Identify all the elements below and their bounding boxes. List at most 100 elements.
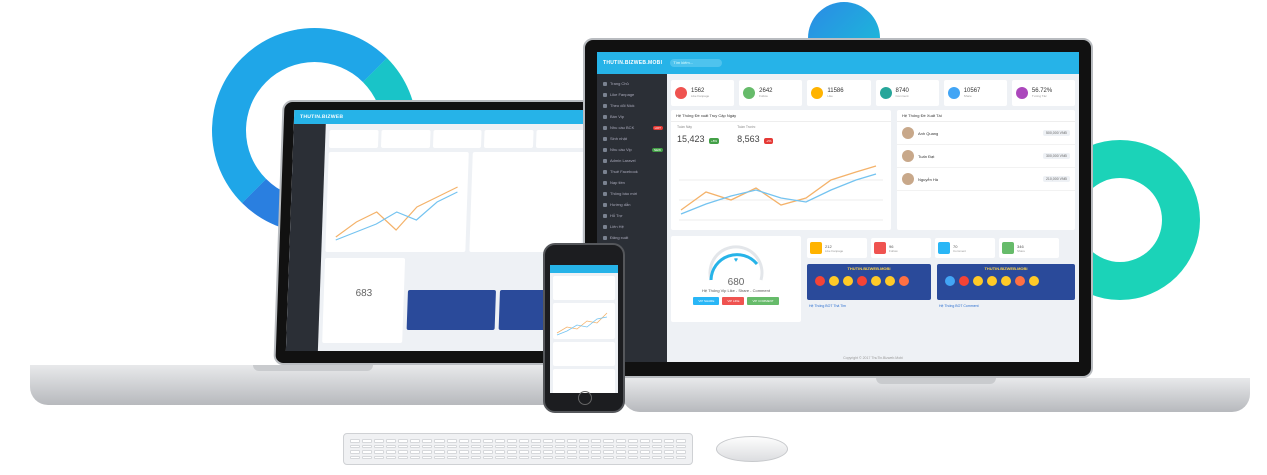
keyboard-key: [555, 444, 566, 448]
sidebar-item[interactable]: Đăng xuất: [597, 232, 667, 243]
emoji-icon: [857, 276, 867, 286]
keyboard-key: [639, 444, 650, 448]
sidebar-item[interactable]: Nhu cầu BCK HOT: [597, 122, 667, 133]
sidebar-badge: NEW: [652, 147, 663, 152]
keyboard-key: [567, 444, 578, 448]
mini-stat-icon: [810, 242, 822, 254]
keyboard-key: [422, 455, 433, 459]
keyboard-key: [579, 439, 590, 443]
caption-bot-comment[interactable]: Hệ Thống BOT Comment: [939, 304, 979, 308]
keyboard-key: [627, 439, 638, 443]
keyboard-key: [543, 450, 554, 454]
sidebar-item[interactable]: Bán Vip: [597, 111, 667, 122]
emoji-icon: [1029, 276, 1039, 286]
stat-card[interactable]: 11586 Like: [807, 80, 871, 106]
keyboard-key: [434, 450, 445, 454]
keyboard-key: [663, 439, 674, 443]
keyboard-key: [482, 439, 493, 443]
keyboard-key: [410, 450, 421, 454]
menu-icon: [603, 235, 607, 240]
sidebar-item[interactable]: Hỗ Trợ: [597, 210, 667, 221]
keyboard-key: [603, 444, 614, 448]
keyboard-key: [675, 439, 686, 443]
user-price: 300,000 VNĐ: [1042, 153, 1070, 159]
sidebar-item[interactable]: Nhu cầu Vip NEW: [597, 144, 667, 155]
user-row[interactable]: Tuấn Đạt 300,000 VNĐ: [897, 145, 1075, 168]
stat-card[interactable]: 1562 Like Fanpage: [671, 80, 735, 106]
keyboard-key: [374, 444, 385, 448]
emoji-icon: [973, 276, 983, 286]
stat-icon: [947, 87, 960, 99]
stat-label: Share: [963, 94, 972, 98]
stat-card[interactable]: 10567 Share: [943, 80, 1007, 106]
users-list: Anh Quang 500,000 VNĐ Tuấn Đạt 300,000 VNĐ N…: [897, 122, 1075, 191]
sidebar-item-label: Đăng xuất: [610, 235, 629, 240]
menu-icon: [603, 202, 607, 207]
left-stat: [536, 130, 586, 148]
keyboard-key: [434, 444, 445, 448]
home-button[interactable]: [578, 391, 592, 405]
left-stats: [328, 130, 586, 148]
vip-like-button[interactable]: VIP LIKE: [722, 297, 745, 305]
sidebar-item-label: Liên Hệ: [610, 224, 624, 229]
keyboard-key: [458, 444, 469, 448]
keyboard-key: [410, 455, 421, 459]
keyboard-key: [494, 444, 505, 448]
keyboard-key: [675, 450, 686, 454]
user-price: 500,000 VNĐ: [1042, 130, 1070, 136]
mini-stat-card[interactable]: 70 Comment: [935, 238, 995, 258]
keyboard-key: [567, 455, 578, 459]
vip-comment-button[interactable]: VIP COMMENT: [747, 297, 779, 305]
sidebar-item[interactable]: Thông báo mới: [597, 188, 667, 199]
sidebar-item[interactable]: Hướng dẫn: [597, 199, 667, 210]
sidebar-item-label: Trang Chủ: [610, 81, 629, 86]
sidebar-item[interactable]: Liên Hệ: [597, 221, 667, 232]
keyboard-key: [615, 455, 626, 459]
right-laptop-lid: THUTIN.BIZWEB.MOBI Tìm kiếm... Trang Chủ…: [583, 38, 1093, 378]
phone-users: [553, 342, 615, 366]
sidebar-item[interactable]: Nạp tiền: [597, 177, 667, 188]
mini-stat-card[interactable]: 346 Share: [999, 238, 1059, 258]
keyboard-key: [651, 439, 662, 443]
caption-bot-heart[interactable]: Hệ Thống BOT Thả Tim: [809, 304, 846, 308]
sidebar-item[interactable]: Sinh nhật: [597, 133, 667, 144]
vip-share-button[interactable]: VIP SHARE: [693, 297, 720, 305]
sidebar-badge: HOT: [652, 125, 663, 130]
sidebar-item[interactable]: Trang Chủ: [597, 78, 667, 89]
left-stat: [484, 130, 534, 148]
mini-stat-label: Share: [1017, 248, 1026, 253]
keyboard-key: [518, 444, 530, 448]
keyboard-key: [350, 439, 361, 443]
search-input[interactable]: Tìm kiếm...: [670, 59, 723, 67]
keyboard-key: [362, 444, 373, 448]
sidebar-item[interactable]: Admin Laravel: [597, 155, 667, 166]
stat-card[interactable]: 56.72% Tương Tác: [1011, 80, 1076, 106]
left-banner-a: [406, 290, 496, 330]
keyboard-key: [651, 444, 662, 448]
keyboard-key: [482, 444, 493, 448]
legend-a-label: Tuần Này: [677, 125, 693, 129]
phone-gauge: [553, 369, 615, 393]
keyboard-key: [470, 450, 481, 454]
user-row[interactable]: Anh Quang 500,000 VNĐ: [897, 122, 1075, 145]
keyboard-key: [543, 444, 554, 448]
mini-stat-card[interactable]: 96 Follow: [871, 238, 931, 258]
sidebar-item[interactable]: Like Fanpage: [597, 89, 667, 100]
keyboard-key: [386, 439, 397, 443]
mini-stat-label: Follow: [889, 248, 898, 253]
mini-stat-card[interactable]: 212 Like Fanpage: [807, 238, 867, 258]
traffic-line-chart: [679, 165, 883, 221]
stat-card[interactable]: 8740 Comment: [875, 80, 939, 106]
menu-icon: [603, 81, 607, 86]
keyboard-key: [398, 455, 409, 459]
phone-chart: [553, 303, 615, 339]
keyboard-key: [615, 450, 626, 454]
keyboard-key: [567, 450, 578, 454]
left-sidebar: [285, 124, 326, 351]
right-brand: THUTIN.BIZWEB.MOBI: [603, 60, 663, 66]
stat-card[interactable]: 2642 Follow: [739, 80, 803, 106]
sidebar-item[interactable]: Theo dõi Nick: [597, 100, 667, 111]
user-row[interactable]: Nguyễn Hà 210,000 VNĐ: [897, 168, 1075, 191]
phone-screen: [550, 265, 618, 393]
sidebar-item[interactable]: Thuê Facebook: [597, 166, 667, 177]
